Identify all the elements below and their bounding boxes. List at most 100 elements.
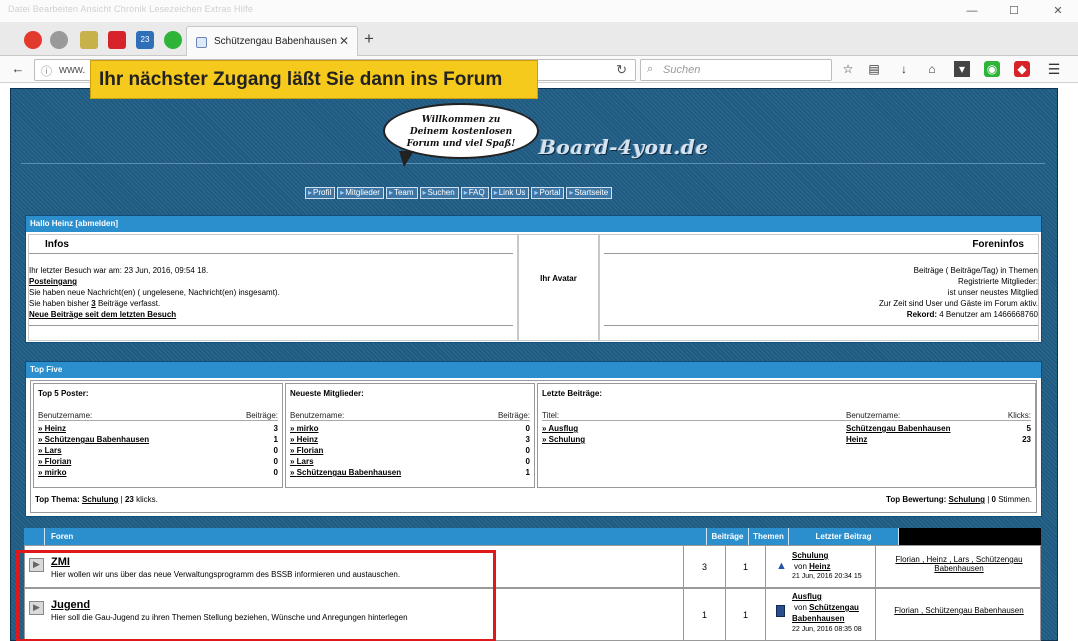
last-post-user-link[interactable]: Schützengau: [809, 603, 859, 612]
logout-link[interactable]: abmelden: [78, 219, 115, 228]
user-link[interactable]: mirko: [38, 468, 67, 477]
info-icon[interactable]: ⓘ: [41, 63, 52, 79]
save-icon[interactable]: ▾: [954, 61, 970, 77]
top-topic-link[interactable]: Schulung: [82, 495, 118, 504]
inbox-link[interactable]: Posteingang: [29, 276, 77, 288]
divider: [290, 420, 530, 421]
hello-user-link[interactable]: Heinz: [52, 219, 73, 228]
forum-last-post: Ausflug von Schützengau Babenhausen 22 J…: [765, 589, 875, 640]
new-posts-link[interactable]: Neue Beiträge seit dem letzten Besuch: [29, 309, 176, 321]
menu-bar: Datei Bearbeiten Ansicht Chronik Lesezei…: [0, 0, 1078, 22]
record-line: Rekord: 4 Benutzer am 1466668760: [907, 309, 1038, 321]
nav-team-button[interactable]: Team: [385, 187, 418, 199]
infos-title: Infos: [45, 239, 69, 250]
search-placeholder: Suchen: [663, 64, 701, 76]
topic-link[interactable]: Ausflug: [542, 424, 578, 433]
pinned-tab-icon[interactable]: [164, 31, 182, 49]
nav-mitglieder-button[interactable]: Mitglieder: [337, 187, 384, 199]
divider: [542, 420, 1031, 421]
click-count: 5: [1026, 424, 1031, 433]
forum-moderators: Florian , Schützengau Babenhausen: [875, 589, 1042, 640]
pinned-tab-icon[interactable]: [80, 31, 98, 49]
user-link[interactable]: Lars: [290, 457, 314, 466]
post-count: 0: [525, 424, 530, 433]
foreninfos-cell: Foreninfos Beiträge ( Beiträge/Tag) in T…: [599, 234, 1039, 341]
divider: [29, 253, 513, 254]
pinned-tab-calendar-icon[interactable]: 23: [136, 31, 154, 49]
back-icon[interactable]: ←: [8, 59, 28, 79]
new-tab-icon[interactable]: +: [364, 29, 374, 49]
welcome-line: Deinem kostenlosen: [409, 127, 513, 137]
user-link[interactable]: Heinz: [846, 435, 867, 444]
moderators-line[interactable]: Babenhausen: [876, 564, 1042, 573]
list-item: Florian 0: [290, 446, 530, 457]
nav-faq-button[interactable]: FAQ: [460, 187, 489, 199]
hamburger-menu-icon[interactable]: ☰: [1046, 61, 1062, 77]
bookmark-star-icon[interactable]: ☆: [840, 61, 856, 77]
pinned-tab-icon[interactable]: [50, 31, 68, 49]
nav-suchen-button[interactable]: Suchen: [419, 187, 459, 199]
post-count: 0: [273, 457, 278, 466]
close-tab-icon[interactable]: ✕: [339, 34, 349, 48]
top-topic-suffix: klicks.: [133, 495, 158, 504]
search-input[interactable]: ⌕ Suchen: [640, 59, 832, 81]
post-count: 0: [273, 446, 278, 455]
topic-link[interactable]: Schulung: [542, 435, 585, 444]
nav-profil-button[interactable]: Profil: [305, 187, 336, 199]
user-link[interactable]: mirko: [290, 424, 319, 433]
extension-icon[interactable]: ◆: [1014, 61, 1030, 77]
close-window-icon[interactable]: ✕: [1044, 2, 1072, 20]
download-icon[interactable]: ↓: [896, 61, 912, 77]
nav-portal-button[interactable]: Portal: [531, 187, 565, 199]
nav-startseite-button[interactable]: Startseite: [566, 187, 613, 199]
user-link[interactable]: Schützengau Babenhausen: [38, 435, 149, 444]
home-icon[interactable]: ⌂: [924, 61, 940, 77]
list-item: Schulung Heinz 23: [542, 435, 1031, 446]
last-post-title-link[interactable]: Ausflug: [792, 592, 822, 601]
user-link[interactable]: Florian: [38, 457, 72, 466]
user-link[interactable]: Schützengau Babenhausen: [290, 468, 401, 477]
user-link[interactable]: Lars: [38, 446, 62, 455]
user-link[interactable]: Schützengau Babenhausen: [846, 424, 950, 433]
post-count: 3: [525, 435, 530, 444]
top-five-box: Top 5 Poster: Benutzername: Beiträge: He…: [30, 380, 1037, 513]
hello-prefix: Hallo: [30, 219, 52, 228]
moderators-line[interactable]: Florian , Schützengau Babenhausen: [876, 606, 1042, 615]
minimize-icon[interactable]: —: [958, 2, 986, 20]
reader-list-icon[interactable]: ▤: [866, 61, 882, 77]
pinned-tab-icon[interactable]: [108, 31, 126, 49]
extension-icon[interactable]: ◉: [984, 61, 1000, 77]
reload-icon[interactable]: ↻: [616, 62, 627, 78]
list-item: Lars 0: [290, 457, 530, 468]
by-label: von: [794, 603, 810, 612]
maximize-icon[interactable]: ☐: [1000, 2, 1028, 20]
forum-table-header: Foren Beiträge Themen Letzter Beitrag: [24, 528, 1041, 545]
last-post-by: von Schützengau: [794, 603, 859, 612]
top-rating-link[interactable]: Schulung: [949, 495, 985, 504]
bubble-tail: [399, 151, 414, 167]
moderators-line[interactable]: Florian , Heinz , Lars , Schützengau: [876, 555, 1042, 564]
column-header-letzter-beitrag: Letzter Beitrag: [788, 528, 898, 545]
welcome-line: Willkommen zu: [421, 115, 501, 125]
active-tab[interactable]: Schützengau Babenhausen ✕: [186, 26, 358, 57]
site-logo[interactable]: Board-4you.de: [539, 135, 709, 159]
user-link[interactable]: Florian: [290, 446, 324, 455]
list-item: mirko 0: [290, 424, 530, 435]
last-post-user-link[interactable]: Heinz: [809, 562, 830, 571]
divider: [29, 325, 513, 326]
list-item: Florian 0: [38, 457, 278, 468]
post-count: 0: [273, 468, 278, 477]
nav-linkus-button[interactable]: Link Us: [490, 187, 530, 199]
top-topic-label: Top Thema:: [35, 495, 82, 504]
foreninfos-line: Beiträge ( Beiträge/Tag) in Themen: [913, 266, 1038, 275]
last-post-user-link[interactable]: Babenhausen: [792, 614, 844, 623]
pinned-tab-icon[interactable]: [24, 31, 42, 49]
column-header-beitraege: Beiträge: [706, 528, 748, 545]
last-post-date: 21 Jun, 2016 20:34 15: [792, 573, 862, 580]
last-post-title-link[interactable]: Schulung: [792, 551, 828, 560]
divider: [604, 253, 1038, 254]
main-nav: Profil Mitglieder Team Suchen FAQ Link U…: [305, 187, 614, 199]
user-link[interactable]: Heinz: [38, 424, 66, 433]
list-item: Lars 0: [38, 446, 278, 457]
user-link[interactable]: Heinz: [290, 435, 318, 444]
